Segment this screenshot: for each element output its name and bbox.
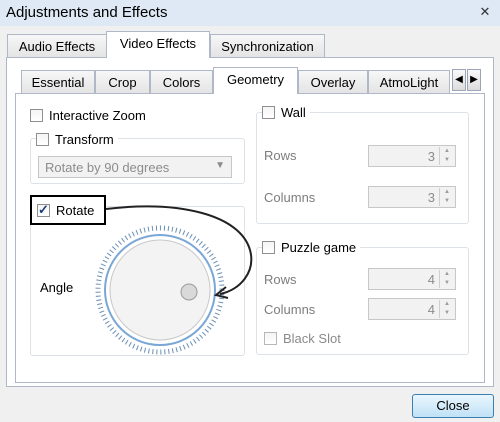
wall-rows-spin[interactable]: 3 ▲ ▼ xyxy=(368,145,456,167)
wall-label: Wall xyxy=(281,104,306,120)
spin-arrows-icon[interactable]: ▲ ▼ xyxy=(439,188,454,206)
puzzle-rows-value: 4 xyxy=(427,272,435,287)
puzzle-rows-label: Rows xyxy=(264,272,297,287)
puzzle-box[interactable] xyxy=(262,240,275,254)
black-slot-label: Black Slot xyxy=(283,330,341,346)
wall-rows-label: Rows xyxy=(264,148,297,163)
puzzle-columns-spin[interactable]: 4 ▲ ▼ xyxy=(368,298,456,320)
black-slot-box[interactable] xyxy=(264,331,277,345)
dial-handle[interactable] xyxy=(180,283,198,301)
wall-checkbox[interactable]: Wall xyxy=(262,103,310,121)
rotate-dial[interactable] xyxy=(95,225,225,355)
wall-box[interactable] xyxy=(262,105,275,119)
wall-columns-label: Columns xyxy=(264,190,316,205)
black-slot-checkbox[interactable]: Black Slot xyxy=(264,329,345,347)
puzzle-columns-value: 4 xyxy=(427,302,435,317)
close-button[interactable]: Close xyxy=(412,394,494,418)
spin-arrows-icon[interactable]: ▲ ▼ xyxy=(439,300,454,318)
tab-video-effects[interactable]: Video Effects xyxy=(106,31,210,58)
spin-arrows-icon[interactable]: ▲ ▼ xyxy=(439,270,454,288)
puzzle-checkbox[interactable]: Puzzle game xyxy=(262,238,361,256)
puzzle-label: Puzzle game xyxy=(281,239,357,255)
puzzle-columns-label: Columns xyxy=(264,302,316,317)
wall-columns-spin[interactable]: 3 ▲ ▼ xyxy=(368,186,456,208)
wall-rows-value: 3 xyxy=(427,149,435,164)
tab-geometry[interactable]: Geometry xyxy=(213,67,298,94)
puzzle-rows-spin[interactable]: 4 ▲ ▼ xyxy=(368,268,456,290)
spin-arrows-icon[interactable]: ▲ ▼ xyxy=(439,147,454,165)
wall-columns-value: 3 xyxy=(427,190,435,205)
